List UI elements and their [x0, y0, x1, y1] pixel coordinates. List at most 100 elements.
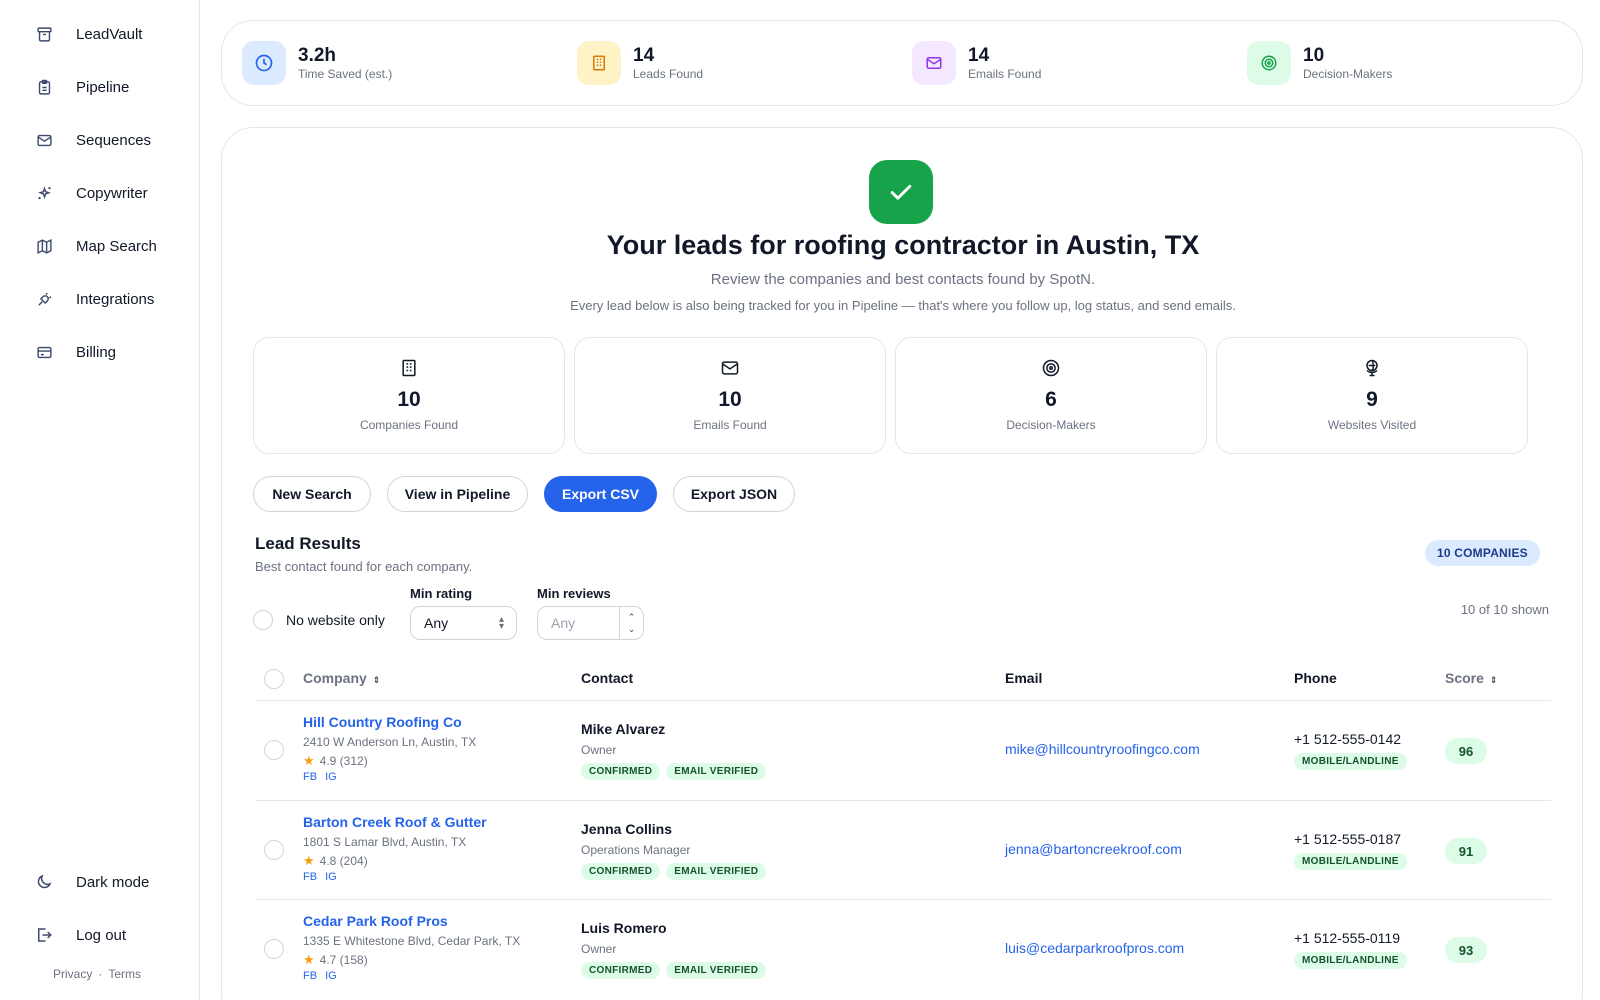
instagram-link[interactable]: IG [325, 970, 337, 982]
min-reviews-input[interactable]: Any ⌃ ⌄ [537, 606, 644, 640]
score-badge: 93 [1445, 937, 1487, 963]
number-stepper[interactable]: ⌃ ⌄ [619, 607, 643, 639]
sidebar-item-pipeline[interactable]: Pipeline [34, 73, 129, 101]
company-rating: ★ 4.9 (312) [303, 753, 368, 768]
sidebar-item-label: Integrations [76, 290, 155, 308]
no-website-checkbox[interactable] [253, 610, 273, 630]
privacy-link[interactable]: Privacy [53, 967, 92, 981]
row-checkbox[interactable] [264, 740, 284, 760]
min-reviews-label: Min reviews [537, 586, 611, 601]
logout-label: Log out [76, 926, 127, 944]
kpi-label: Emails Found [693, 418, 767, 432]
dark-mode-label: Dark mode [76, 873, 150, 891]
instagram-link[interactable]: IG [325, 871, 337, 883]
view-in-pipeline-button[interactable]: View in Pipeline [387, 476, 528, 512]
sidebar-item-integrations[interactable]: Integrations [34, 285, 154, 313]
confirmed-badge: CONFIRMED [581, 763, 661, 780]
social-links: FB IG [303, 970, 345, 982]
company-link[interactable]: Cedar Park Roof Pros [303, 913, 448, 929]
email-link[interactable]: luis@cedarparkroofpros.com [1005, 940, 1184, 956]
social-links: FB IG [303, 771, 345, 783]
contact-tags: CONFIRMED EMAIL VERIFIED [581, 863, 772, 880]
kpi-companies-found: 10 Companies Found [253, 337, 565, 454]
select-all-checkbox[interactable] [264, 669, 284, 689]
dark-mode-toggle[interactable]: Dark mode [34, 868, 149, 896]
export-csv-button[interactable]: Export CSV [544, 476, 657, 512]
email-link[interactable]: jenna@bartoncreekroof.com [1005, 841, 1182, 857]
row-checkbox[interactable] [264, 840, 284, 860]
column-header-score[interactable]: Score ⇕ [1445, 670, 1497, 686]
results-card: Your leads for roofing contractor in Aus… [221, 127, 1583, 1000]
company-link[interactable]: Barton Creek Roof & Gutter [303, 814, 487, 830]
column-header-company[interactable]: Company ⇕ [303, 670, 380, 686]
sidebar-item-copywriter[interactable]: Copywriter [34, 179, 148, 207]
email-link[interactable]: mike@hillcountryroofingco.com [1005, 741, 1200, 757]
stepper-up-icon[interactable]: ⌃ [628, 611, 636, 623]
email-verified-badge: EMAIL VERIFIED [666, 863, 767, 880]
stat-decision-makers: 10 Decision-Makers [1247, 41, 1392, 85]
logout-button[interactable]: Log out [34, 921, 126, 949]
column-header-contact: Contact [581, 670, 634, 686]
kpi-label: Decision-Makers [1006, 418, 1096, 432]
contact-name: Jenna Collins [581, 821, 673, 837]
sidebar: LeadVault Pipeline Sequences Copywriter … [0, 0, 200, 1000]
export-json-button[interactable]: Export JSON [673, 476, 795, 512]
stat-time-saved: 3.2h Time Saved (est.) [242, 41, 392, 85]
pipeline-note: Every lead below is also being tracked f… [570, 298, 1236, 313]
facebook-link[interactable]: FB [303, 970, 317, 982]
row-checkbox[interactable] [264, 939, 284, 959]
kpi-label: Companies Found [359, 418, 459, 432]
terms-link[interactable]: Terms [108, 967, 141, 981]
score-badge: 96 [1445, 738, 1487, 764]
facebook-link[interactable]: FB [303, 871, 317, 883]
table-row: Barton Creek Roof & Gutter 1801 S Lamar … [222, 801, 1584, 901]
contact-name: Luis Romero [581, 920, 667, 936]
stat-label: Time Saved (est.) [298, 67, 393, 81]
min-reviews-placeholder: Any [551, 615, 576, 631]
clock-icon [242, 41, 286, 85]
kpi-value: 6 [1045, 388, 1057, 411]
email-verified-badge: EMAIL VERIFIED [666, 763, 767, 780]
company-link[interactable]: Hill Country Roofing Co [303, 714, 462, 730]
sidebar-item-label: Sequences [76, 131, 152, 149]
target-icon [1247, 41, 1291, 85]
success-check-icon [869, 160, 933, 224]
stat-value: 14 [968, 45, 990, 66]
column-header-email: Email [1005, 670, 1043, 686]
page-subtitle: Review the companies and best contacts f… [710, 271, 1096, 288]
globe-icon [1217, 358, 1527, 382]
sparkles-icon [34, 183, 54, 203]
company-address: 1335 E Whitestone Blvd, Cedar Park, TX [303, 934, 521, 948]
building-icon [577, 41, 621, 85]
kpi-websites-visited: 9 Websites Visited [1216, 337, 1528, 454]
new-search-button[interactable]: New Search [253, 476, 371, 512]
sidebar-item-sequences[interactable]: Sequences [34, 126, 151, 154]
phone-type-badge: MOBILE/LANDLINE [1294, 753, 1407, 770]
email-verified-badge: EMAIL VERIFIED [666, 962, 767, 979]
sidebar-item-leadvault[interactable]: LeadVault [34, 20, 142, 48]
sidebar-item-map-search[interactable]: Map Search [34, 232, 157, 260]
min-rating-select[interactable]: Any ▴ ▾ [410, 606, 517, 640]
plug-icon [34, 289, 54, 309]
facebook-link[interactable]: FB [303, 771, 317, 783]
logout-icon [34, 925, 54, 945]
sidebar-item-label: Map Search [76, 237, 157, 255]
table-row: Cedar Park Roof Pros 1335 E Whitestone B… [222, 900, 1584, 1000]
legal-separator: · [98, 967, 103, 981]
sidebar-item-billing[interactable]: Billing [34, 338, 116, 366]
phone-number: +1 512-555-0142 [1294, 731, 1402, 747]
stepper-down-icon[interactable]: ⌄ [628, 623, 636, 635]
instagram-link[interactable]: IG [325, 771, 337, 783]
kpi-decision-makers: 6 Decision-Makers [895, 337, 1207, 454]
kpi-emails-found: 10 Emails Found [574, 337, 886, 454]
company-rating: ★ 4.7 (158) [303, 952, 368, 967]
sidebar-item-label: Billing [76, 343, 117, 361]
min-rating-label: Min rating [410, 586, 473, 601]
company-address: 2410 W Anderson Ln, Austin, TX [303, 735, 477, 749]
stat-emails-found: 14 Emails Found [912, 41, 1041, 85]
no-website-label: No website only [286, 612, 385, 628]
moon-icon [34, 872, 54, 892]
legal-links: Privacy · Terms [53, 967, 147, 981]
credit-card-icon [34, 342, 54, 362]
min-rating-value: Any [424, 615, 449, 631]
